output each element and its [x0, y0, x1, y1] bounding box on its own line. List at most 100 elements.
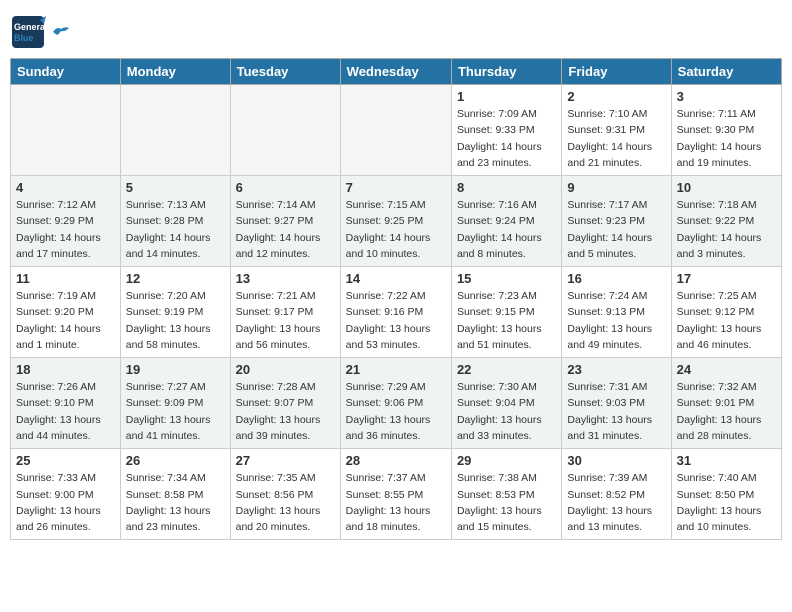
calendar-day-header-thursday: Thursday [451, 59, 561, 85]
calendar-cell-day-17: 17 Sunrise: 7:25 AMSunset: 9:12 PMDayligh… [671, 267, 781, 358]
day-number: 3 [677, 89, 776, 104]
day-info: Sunrise: 7:15 AMSunset: 9:25 PMDaylight:… [346, 197, 446, 262]
calendar-week-row: 4Sunrise: 7:12 AMSunset: 9:29 PMDaylight… [11, 176, 782, 267]
day-number: 28 [346, 453, 446, 468]
day-number: 11 [16, 271, 115, 286]
calendar-cell-day-10: 10 Sunrise: 7:18 AMSunset: 9:22 PMDayligh… [671, 176, 781, 267]
calendar-day-header-sunday: Sunday [11, 59, 121, 85]
day-info: Sunrise: 7:34 AMSunset: 8:58 PMDaylight:… [126, 470, 225, 535]
day-info: Sunrise: 7:32 AMSunset: 9:01 PMDaylight:… [677, 379, 776, 444]
calendar-cell-day-29: 29 Sunrise: 7:38 AMSunset: 8:53 PMDayligh… [451, 449, 561, 540]
logo: General Blue [10, 14, 69, 50]
calendar-header-row: SundayMondayTuesdayWednesdayThursdayFrid… [11, 59, 782, 85]
calendar-week-row: 1 Sunrise: 7:09 AMSunset: 9:33 PMDaylight… [11, 85, 782, 176]
day-number: 22 [457, 362, 556, 377]
calendar-cell-day-13: 13 Sunrise: 7:21 AMSunset: 9:17 PMDayligh… [230, 267, 340, 358]
day-number: 14 [346, 271, 446, 286]
day-info: Sunrise: 7:28 AMSunset: 9:07 PMDaylight:… [236, 379, 335, 444]
calendar-cell-day-2: 2Sunrise: 7:10 AMSunset: 9:31 PMDaylight… [562, 85, 671, 176]
calendar-cell-empty [120, 85, 230, 176]
calendar-cell-day-8: 8Sunrise: 7:16 AMSunset: 9:24 PMDaylight… [451, 176, 561, 267]
day-number: 12 [126, 271, 225, 286]
calendar-cell-day-4: 4Sunrise: 7:12 AMSunset: 9:29 PMDaylight… [11, 176, 121, 267]
day-number: 30 [567, 453, 665, 468]
calendar-cell-day-26: 26Sunrise: 7:34 AMSunset: 8:58 PMDayligh… [120, 449, 230, 540]
calendar-cell-day-11: 11 Sunrise: 7:19 AMSunset: 9:20 PMDayligh… [11, 267, 121, 358]
calendar-cell-empty [230, 85, 340, 176]
day-info: Sunrise: 7:24 AMSunset: 9:13 PMDaylight:… [567, 288, 665, 353]
day-info: Sunrise: 7:23 AMSunset: 9:15 PMDaylight:… [457, 288, 556, 353]
day-info: Sunrise: 7:20 AMSunset: 9:19 PMDaylight:… [126, 288, 225, 353]
day-info: Sunrise: 7:35 AMSunset: 8:56 PMDaylight:… [236, 470, 335, 535]
calendar-day-header-tuesday: Tuesday [230, 59, 340, 85]
page-header: General Blue [10, 10, 782, 50]
day-number: 13 [236, 271, 335, 286]
day-number: 31 [677, 453, 776, 468]
day-number: 25 [16, 453, 115, 468]
calendar-cell-day-6: 6Sunrise: 7:14 AMSunset: 9:27 PMDaylight… [230, 176, 340, 267]
day-info: Sunrise: 7:21 AMSunset: 9:17 PMDaylight:… [236, 288, 335, 353]
calendar-cell-day-14: 14 Sunrise: 7:22 AMSunset: 9:16 PMDayligh… [340, 267, 451, 358]
day-number: 17 [677, 271, 776, 286]
calendar-cell-day-9: 9 Sunrise: 7:17 AMSunset: 9:23 PMDaylight… [562, 176, 671, 267]
calendar-cell-day-25: 25 Sunrise: 7:33 AMSunset: 9:00 PMDayligh… [11, 449, 121, 540]
calendar-day-header-monday: Monday [120, 59, 230, 85]
calendar-cell-day-27: 27 Sunrise: 7:35 AMSunset: 8:56 PMDayligh… [230, 449, 340, 540]
day-number: 19 [126, 362, 225, 377]
calendar-cell-day-1: 1 Sunrise: 7:09 AMSunset: 9:33 PMDaylight… [451, 85, 561, 176]
day-number: 9 [567, 180, 665, 195]
day-number: 29 [457, 453, 556, 468]
svg-text:Blue: Blue [14, 33, 34, 43]
day-info: Sunrise: 7:27 AMSunset: 9:09 PMDaylight:… [126, 379, 225, 444]
day-info: Sunrise: 7:17 AMSunset: 9:23 PMDaylight:… [567, 197, 665, 262]
calendar-cell-day-31: 31Sunrise: 7:40 AMSunset: 8:50 PMDayligh… [671, 449, 781, 540]
day-info: Sunrise: 7:12 AMSunset: 9:29 PMDaylight:… [16, 197, 115, 262]
day-info: Sunrise: 7:38 AMSunset: 8:53 PMDaylight:… [457, 470, 556, 535]
day-info: Sunrise: 7:13 AMSunset: 9:28 PMDaylight:… [126, 197, 225, 262]
day-number: 18 [16, 362, 115, 377]
day-info: Sunrise: 7:10 AMSunset: 9:31 PMDaylight:… [567, 106, 665, 171]
calendar-cell-day-5: 5 Sunrise: 7:13 AMSunset: 9:28 PMDaylight… [120, 176, 230, 267]
calendar-cell-day-16: 16 Sunrise: 7:24 AMSunset: 9:13 PMDayligh… [562, 267, 671, 358]
day-info: Sunrise: 7:31 AMSunset: 9:03 PMDaylight:… [567, 379, 665, 444]
calendar-cell-day-3: 3 Sunrise: 7:11 AMSunset: 9:30 PMDaylight… [671, 85, 781, 176]
calendar-cell-empty [11, 85, 121, 176]
day-info: Sunrise: 7:25 AMSunset: 9:12 PMDaylight:… [677, 288, 776, 353]
day-number: 5 [126, 180, 225, 195]
day-number: 10 [677, 180, 776, 195]
day-number: 16 [567, 271, 665, 286]
day-info: Sunrise: 7:22 AMSunset: 9:16 PMDaylight:… [346, 288, 446, 353]
svg-text:General: General [14, 22, 46, 32]
calendar-cell-day-30: 30 Sunrise: 7:39 AMSunset: 8:52 PMDayligh… [562, 449, 671, 540]
day-number: 7 [346, 180, 446, 195]
calendar-cell-day-21: 21Sunrise: 7:29 AMSunset: 9:06 PMDayligh… [340, 358, 451, 449]
calendar-cell-day-19: 19 Sunrise: 7:27 AMSunset: 9:09 PMDayligh… [120, 358, 230, 449]
calendar-day-header-saturday: Saturday [671, 59, 781, 85]
day-info: Sunrise: 7:33 AMSunset: 9:00 PMDaylight:… [16, 470, 115, 535]
day-number: 21 [346, 362, 446, 377]
day-info: Sunrise: 7:09 AMSunset: 9:33 PMDaylight:… [457, 106, 556, 171]
calendar-week-row: 11 Sunrise: 7:19 AMSunset: 9:20 PMDayligh… [11, 267, 782, 358]
calendar-table: SundayMondayTuesdayWednesdayThursdayFrid… [10, 58, 782, 540]
day-number: 24 [677, 362, 776, 377]
day-info: Sunrise: 7:19 AMSunset: 9:20 PMDaylight:… [16, 288, 115, 353]
day-info: Sunrise: 7:26 AMSunset: 9:10 PMDaylight:… [16, 379, 115, 444]
day-info: Sunrise: 7:14 AMSunset: 9:27 PMDaylight:… [236, 197, 335, 262]
calendar-week-row: 25 Sunrise: 7:33 AMSunset: 9:00 PMDayligh… [11, 449, 782, 540]
day-info: Sunrise: 7:18 AMSunset: 9:22 PMDaylight:… [677, 197, 776, 262]
day-number: 27 [236, 453, 335, 468]
day-info: Sunrise: 7:11 AMSunset: 9:30 PMDaylight:… [677, 106, 776, 171]
day-info: Sunrise: 7:30 AMSunset: 9:04 PMDaylight:… [457, 379, 556, 444]
day-number: 1 [457, 89, 556, 104]
logo-bird-icon [51, 24, 69, 38]
calendar-day-header-wednesday: Wednesday [340, 59, 451, 85]
calendar-cell-day-22: 22 Sunrise: 7:30 AMSunset: 9:04 PMDayligh… [451, 358, 561, 449]
day-info: Sunrise: 7:39 AMSunset: 8:52 PMDaylight:… [567, 470, 665, 535]
calendar-cell-day-28: 28Sunrise: 7:37 AMSunset: 8:55 PMDayligh… [340, 449, 451, 540]
calendar-cell-day-15: 15 Sunrise: 7:23 AMSunset: 9:15 PMDayligh… [451, 267, 561, 358]
calendar-day-header-friday: Friday [562, 59, 671, 85]
day-number: 8 [457, 180, 556, 195]
calendar-cell-empty [340, 85, 451, 176]
day-number: 15 [457, 271, 556, 286]
calendar-cell-day-18: 18 Sunrise: 7:26 AMSunset: 9:10 PMDayligh… [11, 358, 121, 449]
